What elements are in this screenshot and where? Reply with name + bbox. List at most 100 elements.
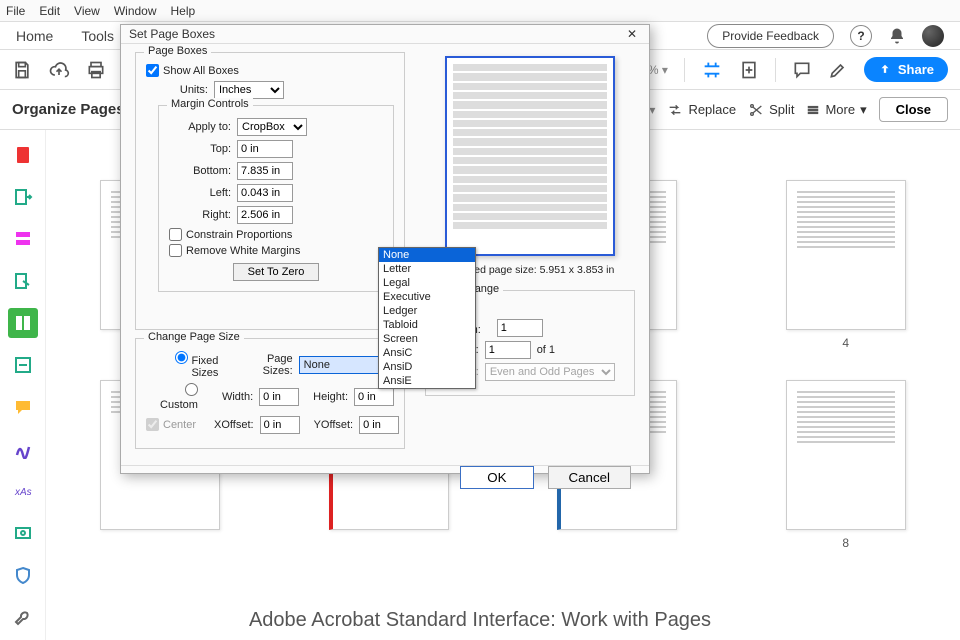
rail-comment-icon[interactable] [8,392,38,422]
rail-optimize-icon[interactable] [8,518,38,548]
apply-pages-select[interactable]: Even and Odd Pages [485,363,615,381]
top-label: Top: [169,143,231,155]
fixed-sizes-radio[interactable]: Fixed Sizes [146,351,218,379]
apply-to-label: Apply to: [169,121,231,133]
units-label: Units: [146,84,208,96]
avatar[interactable] [922,25,944,47]
thumb-4[interactable]: 4 [752,180,941,350]
zoom-value[interactable]: % ▾ [648,63,668,77]
bell-icon[interactable] [888,27,906,45]
from-input[interactable] [497,319,543,337]
menu-edit[interactable]: Edit [39,4,60,18]
option-ansic[interactable]: AnsiC [379,346,475,360]
right-label: Right: [169,209,231,221]
left-label: Left: [169,187,231,199]
replace-button[interactable]: Replace [667,102,736,118]
rail-stamp-icon[interactable]: xAs [8,476,38,506]
replace-icon [667,102,683,118]
option-letter[interactable]: Letter [379,262,475,276]
option-screen[interactable]: Screen [379,332,475,346]
width-label: Width: [222,391,253,403]
option-ledger[interactable]: Ledger [379,304,475,318]
rail-create-icon[interactable] [8,140,38,170]
rail-redact-icon[interactable] [8,350,38,380]
yoffset-input[interactable] [359,416,399,434]
margin-controls-legend: Margin Controls [167,98,253,110]
ok-button[interactable]: OK [460,466,533,489]
split-button[interactable]: Split [748,102,794,118]
yoffset-label: YOffset: [314,419,354,431]
save-icon[interactable] [12,60,32,80]
page-sizes-label: Page Sizes: [234,353,292,377]
option-executive[interactable]: Executive [379,290,475,304]
highlight-icon[interactable] [828,60,848,80]
menu-window[interactable]: Window [114,4,157,18]
right-input[interactable] [237,206,293,224]
print-icon[interactable] [86,60,106,80]
show-all-boxes-checkbox[interactable]: Show All Boxes [146,64,394,77]
rail-organize-icon[interactable] [8,308,38,338]
divider-icon [684,58,685,82]
more-button[interactable]: More ▾ [806,102,866,118]
comment-icon[interactable] [792,60,812,80]
share-button[interactable]: Share [864,57,948,82]
height-input[interactable] [354,388,394,406]
set-page-boxes-dialog: Set Page Boxes ✕ Page Boxes Show All Box… [120,24,650,474]
top-input[interactable] [237,140,293,158]
change-size-legend: Change Page Size [144,331,244,343]
cancel-button[interactable]: Cancel [548,466,632,489]
page-sizes-dropdown[interactable]: None Letter Legal Executive Ledger Tablo… [378,247,476,389]
close-button[interactable]: Close [879,97,948,122]
remove-white-checkbox[interactable]: Remove White Margins [169,244,383,257]
tab-tools[interactable]: Tools [81,28,114,44]
bottom-input[interactable] [237,162,293,180]
provide-feedback-button[interactable]: Provide Feedback [707,24,834,48]
rail-sign-icon[interactable] [8,434,38,464]
dialog-close-icon[interactable]: ✕ [623,25,641,43]
rail-edit-icon[interactable] [8,224,38,254]
scissors-icon [748,102,764,118]
caption-text: Adobe Acrobat Standard Interface: Work w… [0,609,960,632]
menubar: File Edit View Window Help [0,0,960,22]
option-tabloid[interactable]: Tabloid [379,318,475,332]
left-rail: xAs [0,130,46,640]
tab-home[interactable]: Home [16,28,53,44]
insert-page-icon[interactable] [739,60,759,80]
crop-tool-icon[interactable] [701,59,723,81]
height-label: Height: [313,391,348,403]
more-icon [806,103,820,117]
center-checkbox[interactable]: Center [146,418,196,431]
constrain-checkbox[interactable]: Constrain Proportions [169,228,383,241]
dialog-title: Set Page Boxes [129,27,215,41]
option-ansie[interactable]: AnsiE [379,374,475,388]
thumb-8[interactable]: 8 [752,380,941,550]
apply-to-select[interactable]: CropBox [237,118,307,136]
units-select[interactable]: Inches [214,81,284,99]
bottom-label: Bottom: [169,165,231,177]
cloud-upload-icon[interactable] [48,60,70,80]
menu-file[interactable]: File [6,4,25,18]
custom-radio[interactable]: Custom [146,383,198,411]
option-none[interactable]: None [379,248,475,262]
organize-pages-title: Organize Pages [12,101,125,118]
left-input[interactable] [237,184,293,202]
menu-view[interactable]: View [74,4,100,18]
help-icon[interactable]: ? [850,25,872,47]
preview-image [445,56,615,256]
page-boxes-legend: Page Boxes [144,45,211,57]
share-icon [878,63,892,77]
xoffset-input[interactable] [260,416,300,434]
set-to-zero-button[interactable]: Set To Zero [233,263,320,281]
width-input[interactable] [259,388,299,406]
menu-help[interactable]: Help [171,4,196,18]
divider-icon [775,58,776,82]
rail-protect-icon[interactable] [8,560,38,590]
of-text: of 1 [537,344,555,356]
xoffset-label: XOffset: [214,419,254,431]
option-ansid[interactable]: AnsiD [379,360,475,374]
rail-export-icon[interactable] [8,182,38,212]
to-input[interactable] [485,341,531,359]
svg-text:xAs: xAs [14,487,32,498]
option-legal[interactable]: Legal [379,276,475,290]
rail-send-icon[interactable] [8,266,38,296]
